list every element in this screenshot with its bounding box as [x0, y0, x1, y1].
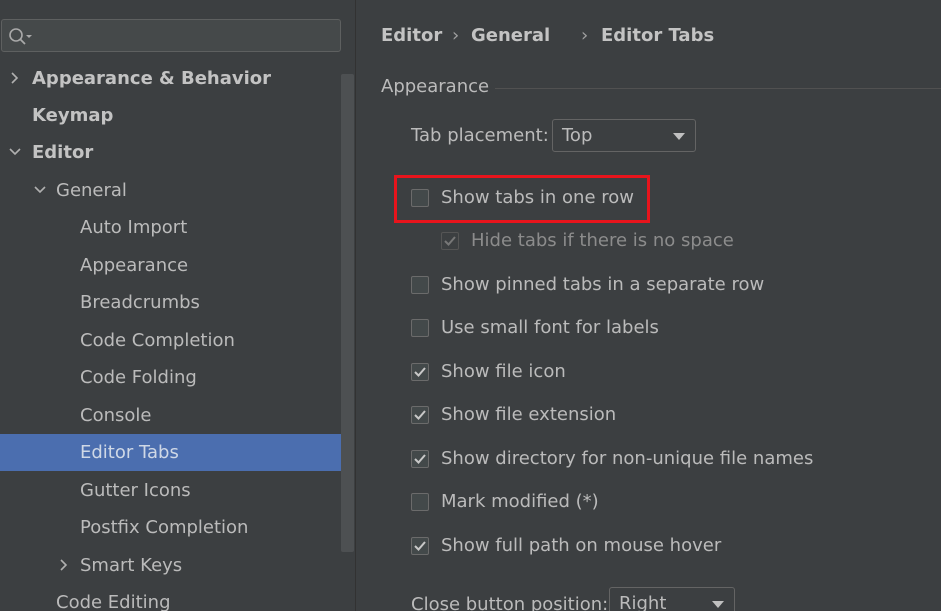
sidebar-item-label: Editor [32, 142, 94, 163]
sidebar-scrollbar[interactable] [341, 74, 354, 552]
sidebar-item-label: Appearance [80, 255, 189, 276]
check-icon [414, 410, 426, 420]
sidebar-item-code-folding[interactable]: Code Folding [0, 359, 355, 396]
checkbox-unchecked[interactable] [411, 189, 429, 207]
sidebar-item-label: General [56, 180, 127, 201]
chevron-down-icon[interactable] [34, 184, 46, 196]
dropdown-arrow-icon [673, 133, 685, 140]
sidebar-item-auto-import[interactable]: Auto Import [0, 209, 355, 246]
chevron-right-icon[interactable] [9, 72, 21, 84]
checkbox-checked[interactable] [441, 232, 459, 250]
chevron-down-icon[interactable] [9, 146, 21, 158]
sidebar-item-label: Code Completion [80, 330, 235, 351]
sidebar-item-code-completion[interactable]: Code Completion [0, 322, 355, 359]
checkbox-unchecked[interactable] [411, 319, 429, 337]
breadcrumb-separator: › [452, 25, 460, 46]
sidebar-item-label: Smart Keys [80, 555, 183, 576]
check-icon [444, 236, 456, 246]
settings-sidebar: Appearance & Behavior Keymap Editor Gene… [0, 0, 356, 611]
checkbox-checked[interactable] [411, 363, 429, 381]
tab-placement-label: Tab placement: [411, 125, 549, 146]
option-label: Mark modified (*) [441, 491, 599, 512]
settings-search[interactable] [1, 19, 341, 52]
close-button-position-select[interactable]: Right [609, 587, 735, 611]
sidebar-item-code-editing[interactable]: Code Editing [0, 584, 355, 611]
sidebar-item-label: Editor Tabs [80, 442, 179, 463]
breadcrumb-item-editor-tabs: Editor Tabs [601, 25, 715, 46]
sidebar-item-label: Console [80, 405, 152, 426]
checkbox-checked[interactable] [411, 450, 429, 468]
option-label: Show file extension [441, 404, 617, 425]
sidebar-item-label: Appearance & Behavior [32, 68, 272, 89]
sidebar-item-label: Keymap [32, 105, 114, 126]
option-label: Show pinned tabs in a separate row [441, 274, 765, 295]
sidebar-item-appearance-behavior[interactable]: Appearance & Behavior [0, 60, 355, 97]
sidebar-item-label: Auto Import [80, 217, 188, 238]
tab-placement-value: Top [562, 125, 593, 146]
sidebar-item-postfix-completion[interactable]: Postfix Completion [0, 509, 355, 546]
sidebar-item-editor[interactable]: Editor [0, 134, 355, 171]
sidebar-item-editor-tabs[interactable]: Editor Tabs [0, 434, 354, 471]
check-icon [414, 454, 426, 464]
option-label: Show tabs in one row [441, 187, 634, 208]
option-label: Show file icon [441, 361, 566, 382]
sidebar-item-breadcrumbs[interactable]: Breadcrumbs [0, 284, 355, 321]
breadcrumb-separator: › [581, 25, 589, 46]
checkbox-checked[interactable] [411, 406, 429, 424]
checkbox-unchecked[interactable] [411, 276, 429, 294]
appearance-group-title: Appearance [381, 76, 490, 97]
option-label: Hide tabs if there is no space [471, 230, 734, 251]
sidebar-item-label: Postfix Completion [80, 517, 249, 538]
search-icon [9, 28, 32, 45]
sidebar-item-general[interactable]: General [0, 172, 355, 209]
close-button-position-value: Right [619, 593, 667, 611]
sidebar-item-keymap[interactable]: Keymap [0, 97, 355, 134]
sidebar-item-console[interactable]: Console [0, 397, 355, 434]
breadcrumb-item-editor[interactable]: Editor [381, 25, 442, 46]
sidebar-item-appearance[interactable]: Appearance [0, 247, 355, 284]
check-icon [414, 541, 426, 551]
breadcrumb-item-general[interactable]: General [471, 25, 550, 46]
group-separator [495, 88, 941, 89]
dropdown-arrow-icon [712, 601, 724, 608]
sidebar-item-gutter-icons[interactable]: Gutter Icons [0, 472, 355, 509]
check-icon [414, 367, 426, 377]
settings-content: Editor › General › Editor Tabs Appearanc… [356, 0, 941, 611]
tab-placement-select[interactable]: Top [552, 119, 696, 152]
option-label: Use small font for labels [441, 317, 659, 338]
option-label: Show directory for non-unique file names [441, 448, 814, 469]
sidebar-item-label: Code Editing [56, 592, 171, 611]
chevron-right-icon[interactable] [58, 559, 70, 571]
option-label: Show full path on mouse hover [441, 535, 722, 556]
close-button-position-label: Close button position: [411, 594, 609, 611]
sidebar-item-smart-keys[interactable]: Smart Keys [0, 547, 355, 584]
sidebar-item-label: Breadcrumbs [80, 292, 200, 313]
sidebar-item-label: Gutter Icons [80, 480, 191, 501]
sidebar-item-label: Code Folding [80, 367, 197, 388]
checkbox-checked[interactable] [411, 537, 429, 555]
checkbox-unchecked[interactable] [411, 493, 429, 511]
search-input[interactable] [34, 24, 338, 49]
